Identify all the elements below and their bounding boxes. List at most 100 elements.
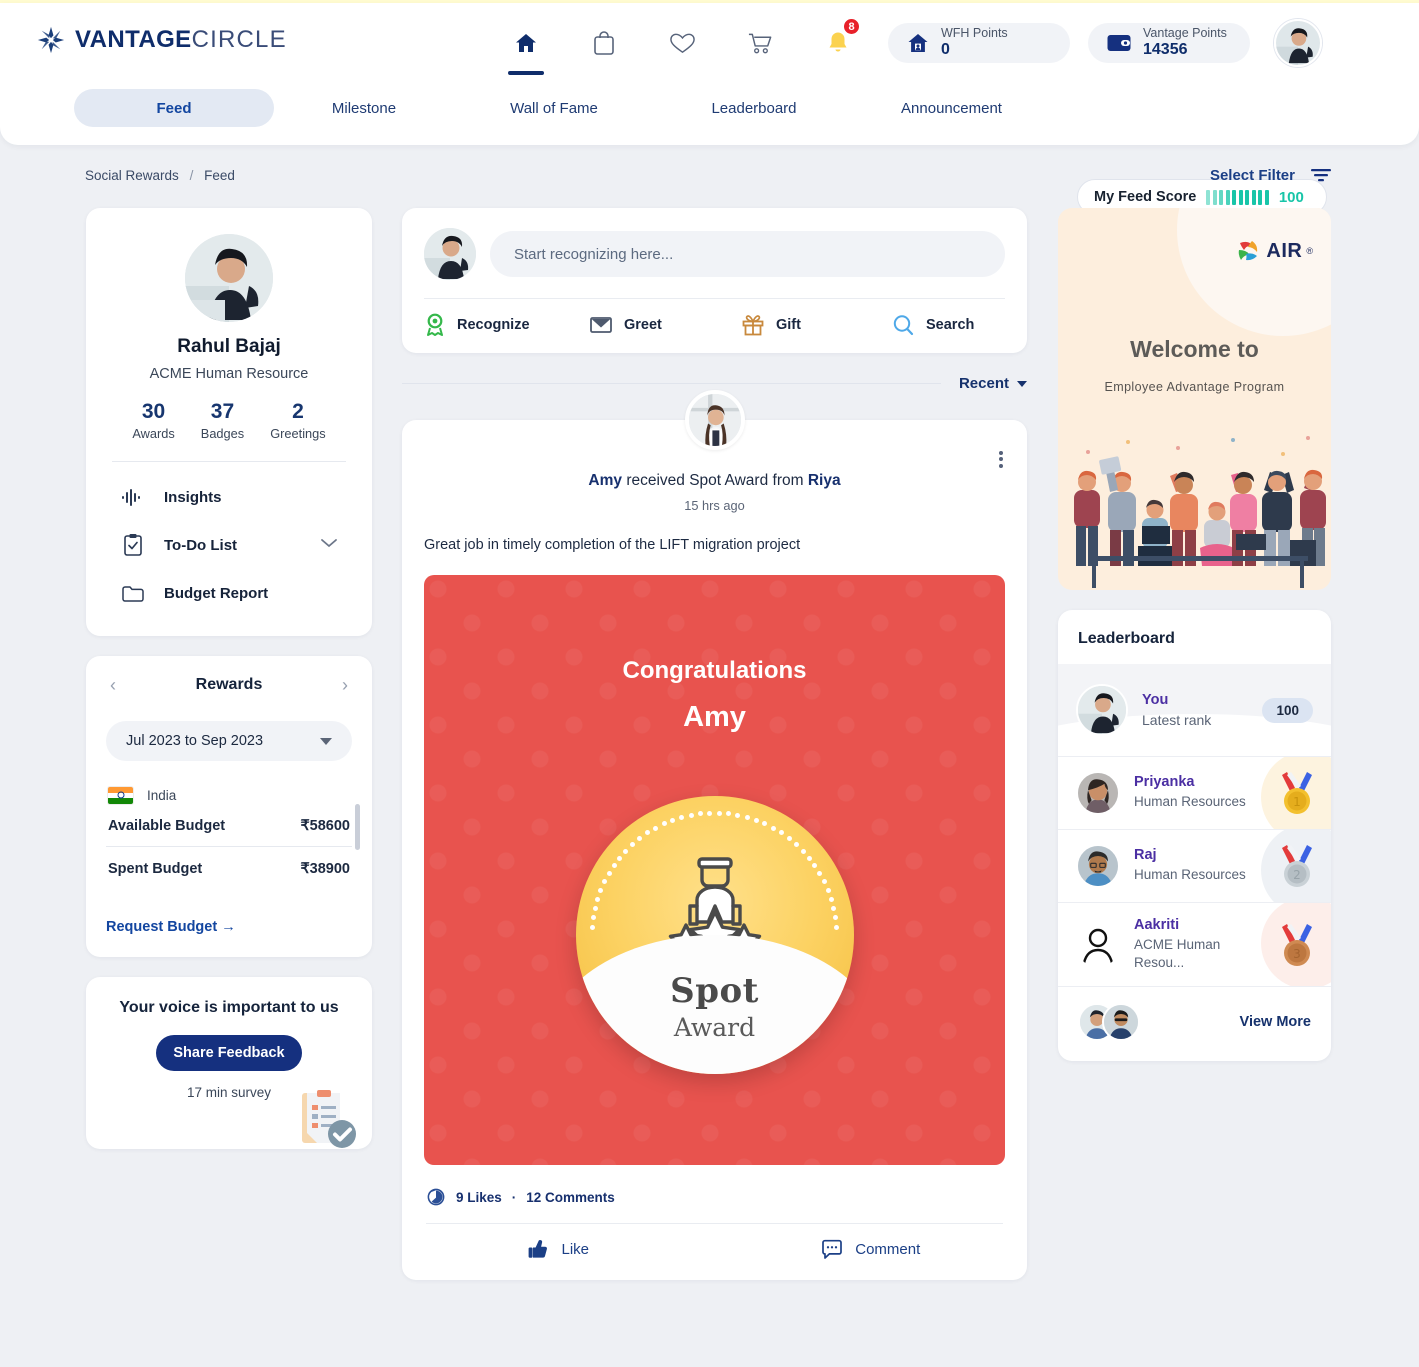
select-filter-label: Select Filter bbox=[1209, 166, 1295, 184]
stat-awards-value: 30 bbox=[141, 400, 166, 423]
vantage-points-value: 14356 bbox=[1143, 41, 1188, 59]
avatar-image bbox=[688, 394, 741, 446]
feed-post: Amy received Spot Award from Riya 15 hrs… bbox=[402, 390, 1027, 1280]
post-likes-count[interactable]: 9 Likes bbox=[456, 1190, 502, 1205]
leaderboard-you-row[interactable]: You Latest rank 100 bbox=[1058, 664, 1331, 756]
post-comment-label: Comment bbox=[855, 1240, 921, 1258]
bronze-medal-icon: 3 bbox=[1282, 923, 1312, 966]
composer-input[interactable] bbox=[490, 231, 1005, 277]
leaderboard-you-name: You bbox=[1142, 692, 1169, 708]
stat-badges-value: 37 bbox=[210, 400, 235, 423]
main-feed-column: Recognize Greet bbox=[402, 208, 1027, 1280]
post-like-button[interactable]: Like bbox=[402, 1238, 715, 1260]
rewards-period-select[interactable]: Jul 2023 to Sep 2023 bbox=[106, 721, 352, 761]
leaderboard-row-1[interactable]: Priyanka Human Resources 1 bbox=[1058, 756, 1331, 829]
feed-sort-label: Recent bbox=[958, 375, 1009, 392]
vantage-star-icon bbox=[37, 26, 65, 54]
tab-milestone[interactable]: Milestone bbox=[274, 89, 454, 127]
leaderboard-row-2[interactable]: Raj Human Resources 2 bbox=[1058, 829, 1331, 902]
notification-badge: 8 bbox=[842, 17, 861, 36]
air-logo: AIR ® bbox=[1236, 238, 1313, 264]
rewards-spent-label: Spent Budget bbox=[108, 861, 203, 877]
feed-score-value: 100 bbox=[1278, 188, 1304, 206]
leaderboard-row-3[interactable]: Aakriti ACME Human Resou... 3 bbox=[1058, 902, 1331, 987]
composer-row bbox=[424, 228, 1005, 280]
svg-text:3: 3 bbox=[1293, 947, 1301, 961]
post-comment-button[interactable]: Comment bbox=[715, 1238, 1028, 1260]
vantage-points-label: Vantage Points bbox=[1143, 26, 1227, 41]
stat-awards-label: Awards bbox=[132, 426, 175, 441]
nav-home[interactable] bbox=[505, 21, 547, 75]
sidebar-item-budget-report[interactable]: Budget Report bbox=[108, 570, 350, 616]
svg-text:1: 1 bbox=[1293, 795, 1301, 809]
rewards-next-button[interactable]: › bbox=[342, 676, 348, 694]
sidebar-item-insights[interactable]: Insights bbox=[108, 474, 350, 520]
svg-text:2: 2 bbox=[1293, 868, 1301, 882]
post-author-avatar[interactable] bbox=[684, 390, 745, 450]
profile-avatar[interactable] bbox=[185, 234, 273, 322]
select-filter[interactable]: Select Filter bbox=[1210, 166, 1333, 184]
filter-icon bbox=[1311, 169, 1331, 182]
nav-notifications[interactable]: 8 bbox=[817, 17, 861, 65]
nav-wishlist[interactable] bbox=[661, 21, 703, 65]
feed-sort-dropdown[interactable]: Recent bbox=[941, 375, 1027, 392]
composer-action-label: Greet bbox=[624, 317, 662, 333]
post-message: Great job in timely completion of the LI… bbox=[424, 537, 801, 553]
search-icon bbox=[893, 315, 914, 336]
composer-action-gift[interactable]: Gift bbox=[741, 313, 891, 337]
app-root: VANTAGECIRCLE 8 WFH Points 0 Vantage Poi… bbox=[0, 0, 1419, 1367]
left-sidebar: Rahul Bajaj ACME Human Resource 30 Award… bbox=[86, 208, 372, 1149]
leaderboard-org: ACME Human Resou... bbox=[1134, 937, 1221, 971]
feed-score-bars bbox=[1206, 189, 1269, 205]
leaderboard-avatar bbox=[1076, 771, 1120, 815]
header-user-avatar[interactable] bbox=[1274, 19, 1322, 67]
post-menu-button[interactable] bbox=[999, 448, 1003, 470]
award-badge-text: Spot Award bbox=[576, 971, 854, 1042]
rewards-prev-button[interactable]: ‹ bbox=[110, 676, 116, 694]
post-title: Amy received Spot Award from Riya bbox=[402, 472, 1027, 490]
share-feedback-button[interactable]: Share Feedback bbox=[156, 1035, 302, 1071]
person-placeholder-icon bbox=[1082, 928, 1114, 964]
post-actor[interactable]: Amy bbox=[588, 472, 622, 489]
brand-logo[interactable]: VANTAGECIRCLE bbox=[36, 25, 287, 55]
celebration-illustration bbox=[1074, 436, 1326, 588]
leaderboard-view-more[interactable]: View More bbox=[1240, 1014, 1311, 1030]
tabbar: Feed Milestone Wall of Fame Leaderboard … bbox=[0, 89, 1419, 215]
chevron-down-icon[interactable] bbox=[320, 536, 338, 554]
breadcrumb-root[interactable]: Social Rewards bbox=[85, 168, 179, 183]
vantage-points-pill[interactable]: Vantage Points 14356 bbox=[1088, 23, 1250, 63]
feed-score-label: My Feed Score bbox=[1094, 189, 1197, 205]
home-points-icon bbox=[908, 34, 928, 52]
air-mark-icon bbox=[1239, 241, 1258, 261]
air-welcome-banner[interactable]: AIR ® Welcome to Employee Advantage Prog… bbox=[1058, 208, 1331, 590]
sidebar-item-label: To-Do List bbox=[164, 536, 238, 554]
sidebar-item-todo-list[interactable]: To-Do List bbox=[108, 520, 350, 570]
leaderboard-org: Human Resources bbox=[1134, 794, 1246, 810]
leaderboard-title: Leaderboard bbox=[1078, 630, 1175, 647]
leaderboard-you-score: 100 bbox=[1262, 697, 1313, 723]
tab-feed[interactable]: Feed bbox=[74, 89, 274, 127]
composer-action-recognize[interactable]: Recognize bbox=[424, 313, 589, 337]
rewards-country: India bbox=[106, 787, 352, 804]
tab-wall-of-fame[interactable]: Wall of Fame bbox=[454, 89, 654, 127]
rewards-scrollbar[interactable] bbox=[355, 804, 360, 850]
post-giver[interactable]: Riya bbox=[808, 472, 841, 489]
nav-shop[interactable] bbox=[583, 21, 625, 65]
request-budget-link[interactable]: Request Budget → bbox=[106, 919, 352, 935]
gold-medal-icon: 1 bbox=[1282, 772, 1312, 814]
composer-action-greet[interactable]: Greet bbox=[589, 315, 741, 335]
breadcrumb-current[interactable]: Feed bbox=[204, 168, 235, 183]
post-comments-count[interactable]: 12 Comments bbox=[526, 1190, 615, 1205]
tab-leaderboard[interactable]: Leaderboard bbox=[654, 89, 854, 127]
composer-action-search[interactable]: Search bbox=[891, 313, 974, 337]
nav-cart[interactable] bbox=[739, 21, 781, 65]
profile-stats: 30 Awards 37 Badges 2 Greetings bbox=[108, 400, 350, 441]
wfh-points-pill[interactable]: WFH Points 0 bbox=[888, 23, 1070, 63]
award-congrats-text: Congratulations bbox=[622, 657, 807, 684]
chevron-down-icon bbox=[320, 737, 332, 745]
tab-announcement[interactable]: Announcement bbox=[854, 89, 1049, 127]
post-actions: Like Comment bbox=[402, 1224, 1027, 1274]
avatar-image bbox=[424, 228, 476, 280]
gift-icon bbox=[742, 315, 764, 336]
survey-clipboard-icon bbox=[302, 1090, 356, 1148]
